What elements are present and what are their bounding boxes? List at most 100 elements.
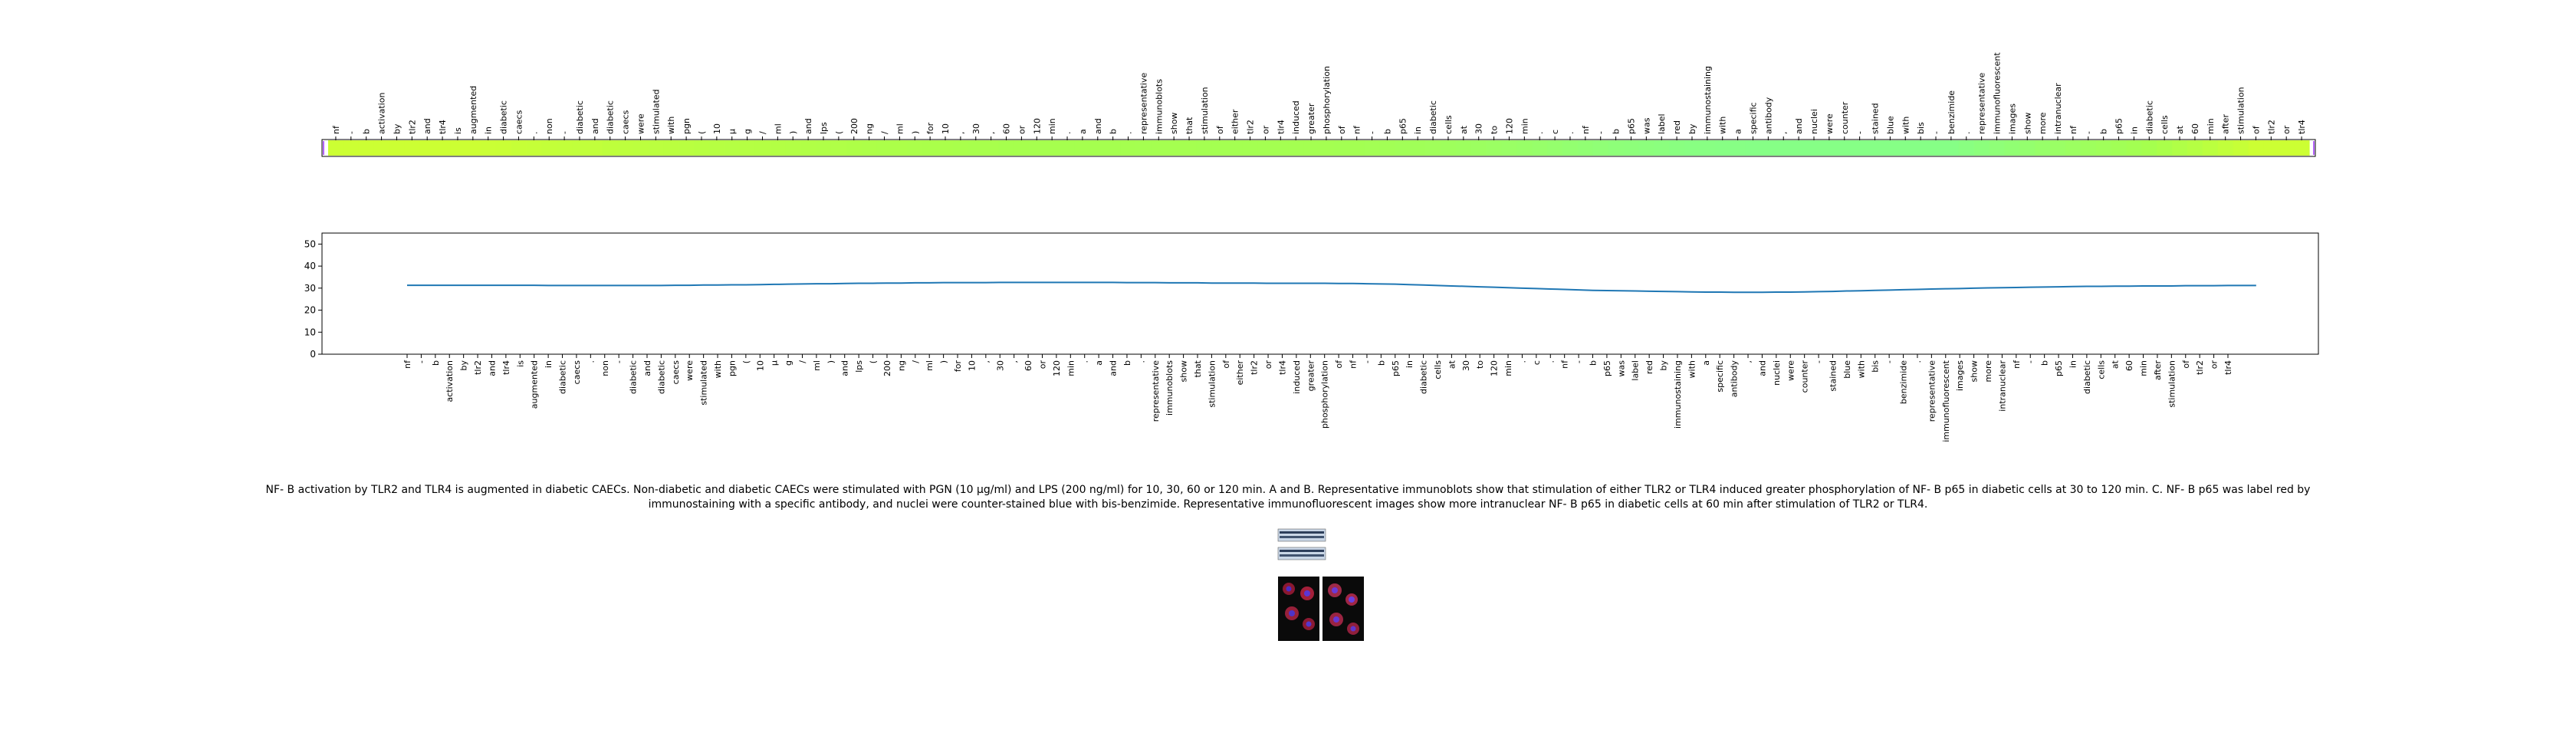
heatmap-cell <box>1319 140 1335 156</box>
heatmap-token-label: and <box>422 118 432 134</box>
heatmap-token-label: and <box>803 118 813 134</box>
heatmap-token-label: - <box>1368 131 1378 134</box>
heatmap-cell <box>648 140 664 156</box>
heatmap-token-label: , <box>987 132 997 135</box>
heatmap-cell <box>1029 140 1045 156</box>
x-tick-label: nf <box>402 360 412 369</box>
heatmap-cell <box>1836 140 1853 156</box>
heatmap-cell <box>2157 140 2173 156</box>
heatmap-token-label: for <box>925 122 935 134</box>
heatmap-cell <box>907 140 923 156</box>
heatmap-token-label: a <box>1733 129 1743 134</box>
heatmap-cell <box>1684 140 1700 156</box>
x-tick-label: tlr2 <box>1250 360 1260 375</box>
heatmap-token-label: in <box>1413 127 1423 134</box>
x-tick-label: . <box>1546 360 1556 363</box>
x-tick-label: stained <box>1828 360 1838 392</box>
x-tick-label: stimulated <box>699 360 709 406</box>
heatmap-token-label: representative <box>1977 73 1987 134</box>
heatmap-token-label: diabetic <box>2144 100 2154 134</box>
heatmap-token-label: nuclei <box>1809 109 1819 134</box>
heatmap-token-label: / <box>757 131 767 134</box>
x-tick-label: with <box>713 360 723 378</box>
x-tick-label: nuclei <box>1772 360 1782 386</box>
heatmap-cell <box>2233 140 2249 156</box>
x-tick-label: b <box>1589 360 1598 366</box>
heatmap-token-label: images <box>2007 104 2017 134</box>
x-tick-label: p65 <box>2054 360 2064 376</box>
heatmap-cell <box>450 140 466 156</box>
x-tick-label: min <box>2139 360 2149 376</box>
heatmap-token-label: stimulation <box>1200 87 1210 134</box>
x-tick-label: ) <box>939 360 949 363</box>
x-tick-label: nf <box>2012 360 2022 369</box>
heatmap-cell <box>1166 140 1182 156</box>
heatmap-token-label: diabetic <box>1428 100 1438 134</box>
heatmap-cell <box>617 140 634 156</box>
heatmap-token-label: lps <box>819 122 829 134</box>
heatmap-token-label: benzimide <box>1947 90 1957 134</box>
heatmap-token-label: phosphorylation <box>1322 66 1332 134</box>
heatmap-cell <box>1623 140 1640 156</box>
heatmap-token-label: . <box>1535 132 1545 135</box>
y-tick-label: 30 <box>304 283 316 294</box>
x-tick-label: either <box>1235 360 1245 386</box>
heatmap-cell <box>739 140 756 156</box>
heatmap-cell <box>1821 140 1838 156</box>
heatmap-token-label: either <box>1230 109 1240 134</box>
heatmap-cell <box>1547 140 1563 156</box>
x-tick-label: caecs <box>572 360 582 385</box>
heatmap-cell <box>2217 140 2234 156</box>
heatmap-token-label: and <box>590 118 600 134</box>
heatmap-token-label: stimulated <box>651 89 661 134</box>
heatmap-token-label: of <box>1215 125 1225 134</box>
heatmap-cell <box>1242 140 1259 156</box>
x-tick-label: to <box>1475 360 1485 369</box>
heatmap-token-label: ( <box>697 131 707 134</box>
heatmap-cell <box>968 140 984 156</box>
heatmap-cell <box>2263 140 2279 156</box>
heatmap-cell <box>1060 140 1076 156</box>
heatmap-token-label: b <box>2099 129 2109 134</box>
x-tick-label: . <box>586 360 596 363</box>
heatmap-cell <box>1105 140 1122 156</box>
x-tick-label: or <box>1037 360 1047 370</box>
heatmap-token-label: or <box>1017 125 1027 134</box>
x-tick-label: , <box>1010 360 1020 363</box>
heatmap-token-label: b <box>362 129 372 134</box>
heatmap-cell <box>1913 140 1929 156</box>
heatmap-token-label: to <box>1490 126 1500 134</box>
heatmap-cell <box>2202 140 2219 156</box>
x-tick-label: or <box>2210 360 2220 370</box>
heatmap-cell <box>2004 140 2020 156</box>
x-tick-label: were <box>685 360 695 381</box>
heatmap-token-label: with <box>1718 117 1728 134</box>
heatmap-token-label: ) <box>788 131 798 134</box>
heatmap-cell <box>1760 140 1776 156</box>
x-tick-label: at <box>2111 360 2121 369</box>
x-tick-label: pgn <box>727 360 737 376</box>
heatmap-token-label: ng <box>865 123 875 134</box>
heatmap-cell <box>830 140 847 156</box>
heatmap-cell <box>846 140 863 156</box>
x-tick-label: , <box>1743 360 1753 363</box>
x-tick-label: and <box>642 360 652 376</box>
heatmap-token-label: augmented <box>468 86 478 134</box>
heatmap-token-label: - <box>2084 131 2094 134</box>
x-tick-label: diabetic <box>656 360 666 394</box>
heatmap-cell <box>1898 140 1914 156</box>
x-tick-label: bis <box>1871 360 1881 373</box>
heatmap-token-label: nf <box>2068 125 2078 134</box>
heatmap-token-label: , <box>1779 132 1789 135</box>
x-tick-label: - <box>416 360 426 363</box>
x-tick-label: μ <box>770 360 780 366</box>
x-tick-label: diabetic <box>629 360 639 394</box>
heatmap-token-label: cells <box>2160 115 2170 134</box>
line-chart-frame <box>321 232 2319 355</box>
heatmap-cell <box>724 140 741 156</box>
x-tick-label: p65 <box>1602 360 1612 376</box>
heatmap-cell <box>373 140 390 156</box>
heatmap-cell <box>2111 140 2128 156</box>
heatmap-token-label: counter <box>1840 101 1850 134</box>
heatmap-cell <box>694 140 710 156</box>
